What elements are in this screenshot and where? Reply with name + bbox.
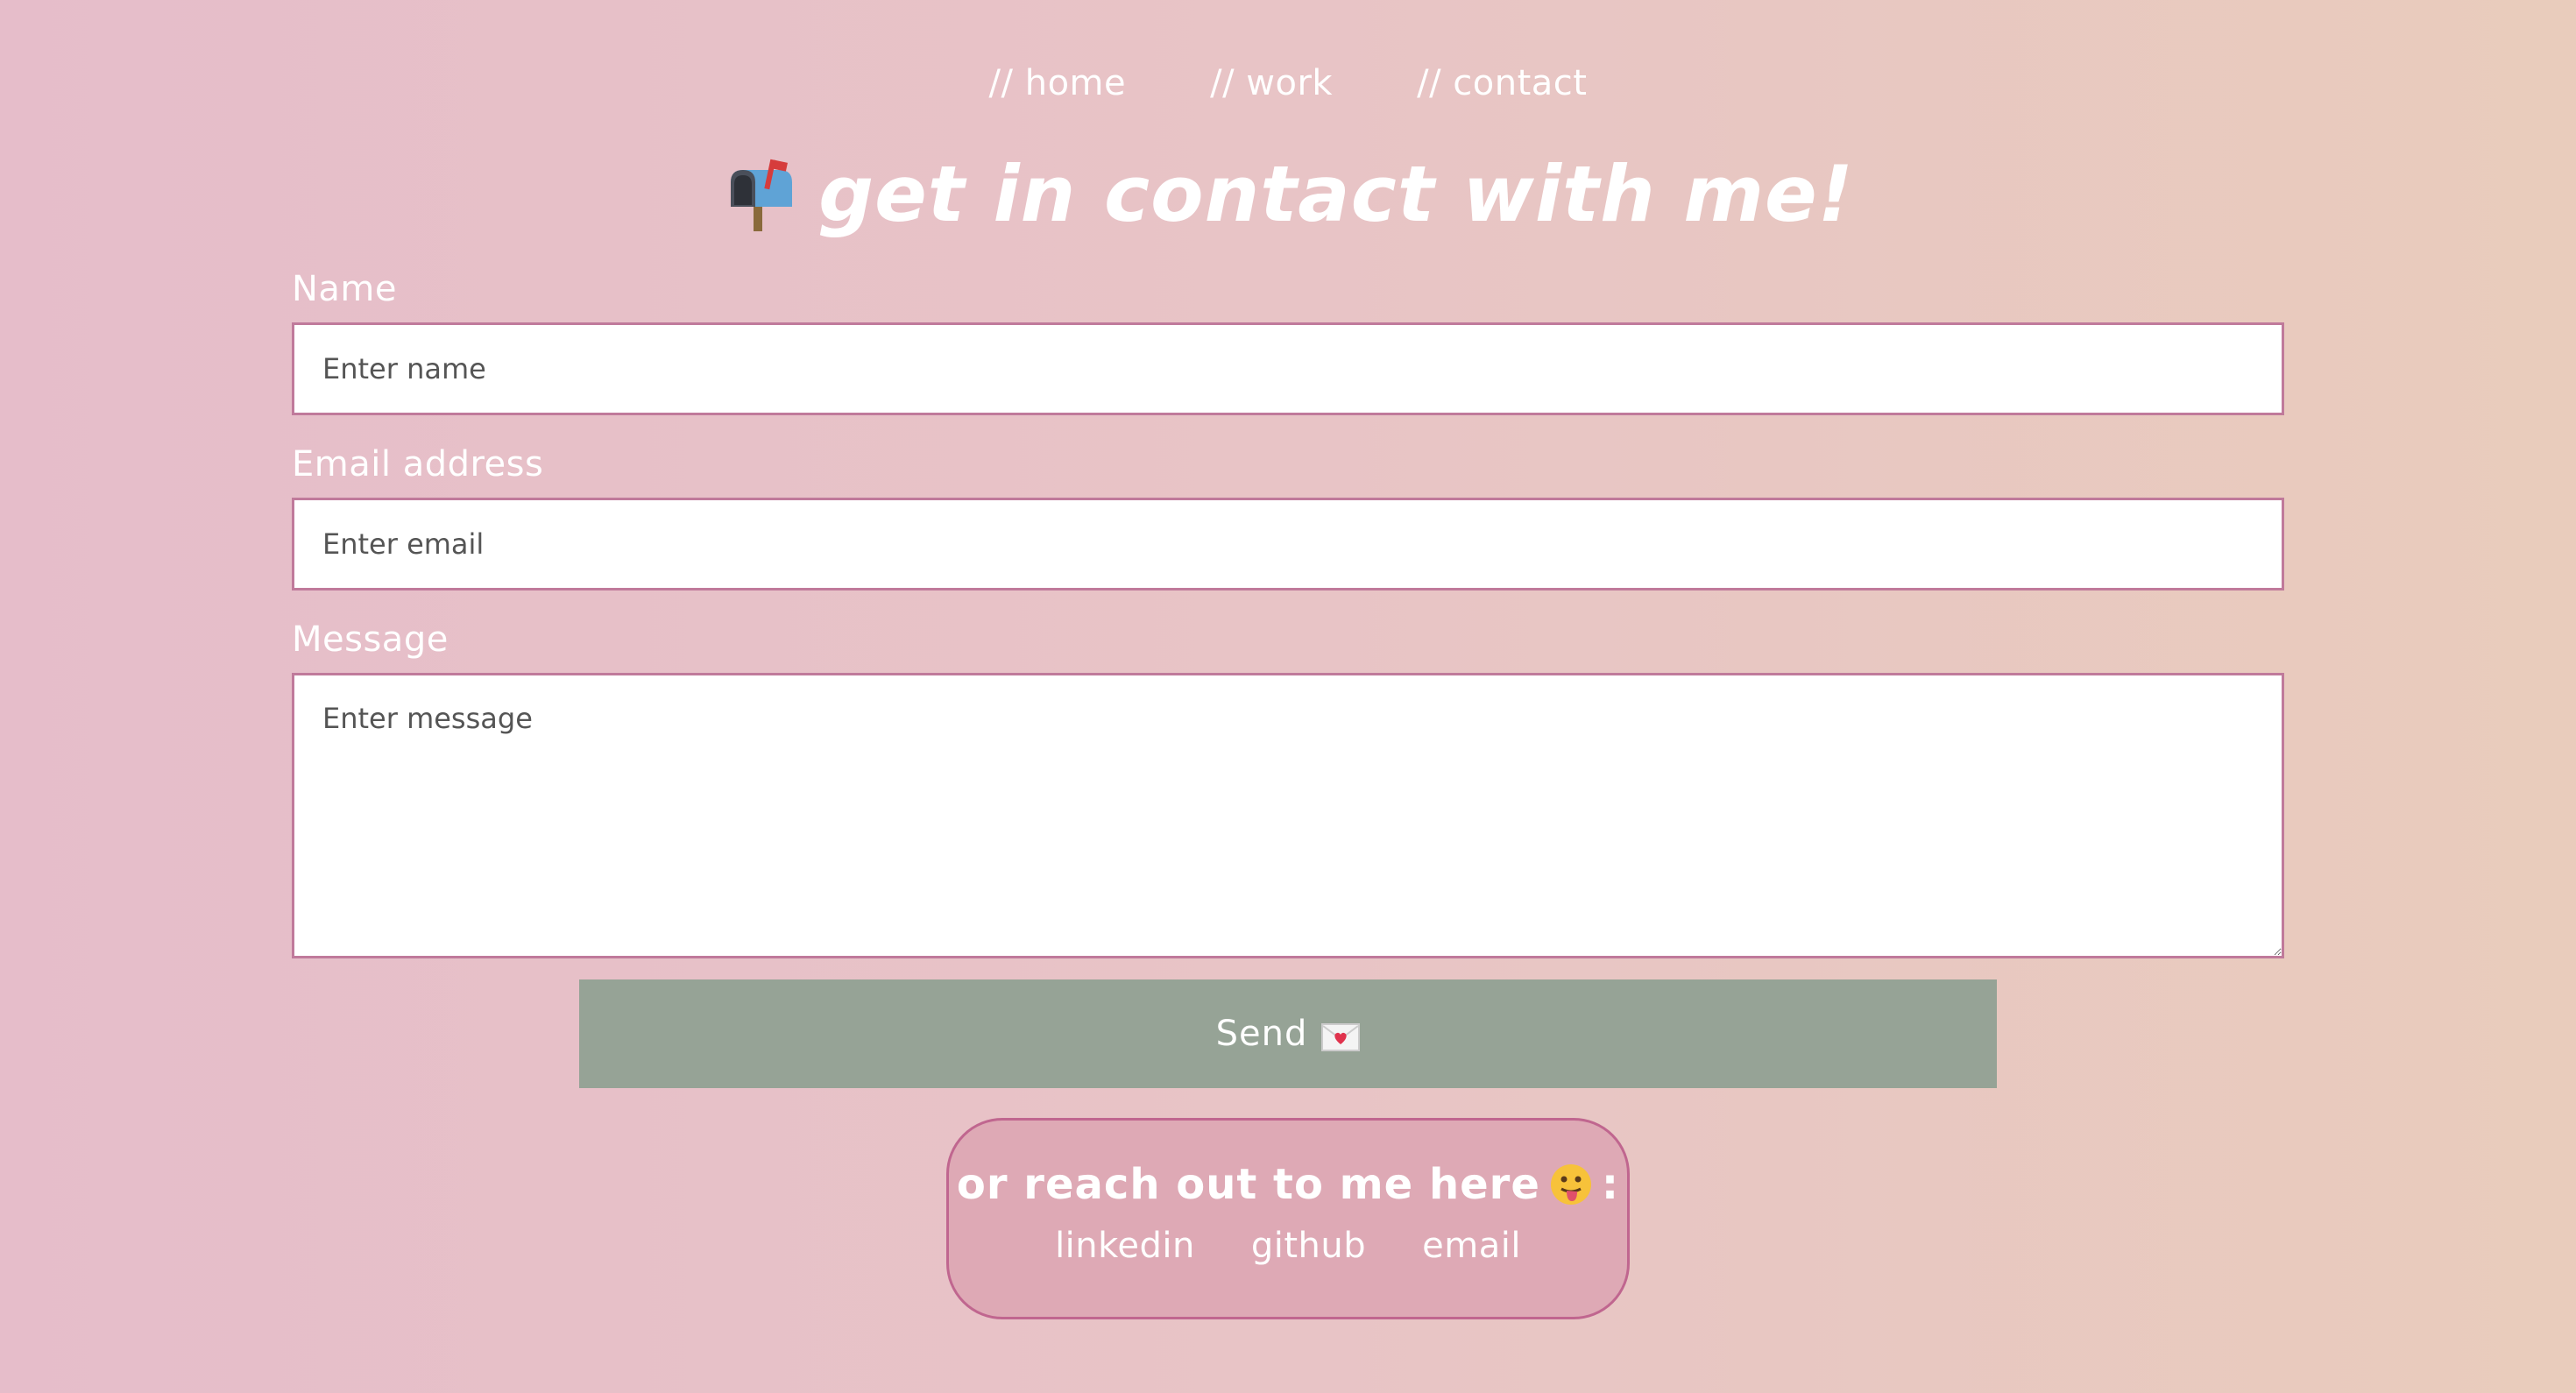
- page-header: get in contact with me!: [0, 156, 2576, 233]
- email-link[interactable]: email: [1422, 1226, 1521, 1266]
- github-link[interactable]: github: [1251, 1226, 1366, 1266]
- reach-out-suffix: :: [1601, 1160, 1620, 1209]
- reach-out-heading: or reach out to me here :: [949, 1163, 1627, 1206]
- name-input[interactable]: [292, 322, 2284, 415]
- name-field-group: Name: [292, 272, 2284, 415]
- name-label: Name: [292, 269, 398, 309]
- social-links: linkedin github email: [949, 1226, 1627, 1266]
- email-field-group: Email address: [292, 447, 2284, 590]
- contact-form: Name Email address Message: [292, 272, 2284, 990]
- reach-out-text: or reach out to me here: [956, 1160, 1540, 1209]
- tongue-face-icon: [1549, 1163, 1593, 1206]
- message-textarea[interactable]: [292, 673, 2284, 958]
- top-nav: // home // work // contact: [0, 63, 2576, 103]
- nav-work-link[interactable]: // work: [1210, 63, 1333, 103]
- mailbox-icon: [722, 156, 799, 233]
- send-button-label: Send: [1215, 1014, 1308, 1054]
- email-label: Email address: [292, 444, 544, 484]
- nav-contact-link[interactable]: // contact: [1417, 63, 1587, 103]
- nav-home-link[interactable]: // home: [989, 63, 1127, 103]
- email-input[interactable]: [292, 498, 2284, 590]
- message-field-group: Message: [292, 622, 2284, 958]
- linkedin-link[interactable]: linkedin: [1055, 1226, 1195, 1266]
- page-title: get in contact with me!: [818, 149, 1854, 239]
- reach-out-box: or reach out to me here : linkedin githu…: [946, 1118, 1630, 1319]
- love-letter-icon: [1321, 1020, 1361, 1051]
- send-button[interactable]: Send: [579, 979, 1997, 1088]
- message-label: Message: [292, 619, 449, 660]
